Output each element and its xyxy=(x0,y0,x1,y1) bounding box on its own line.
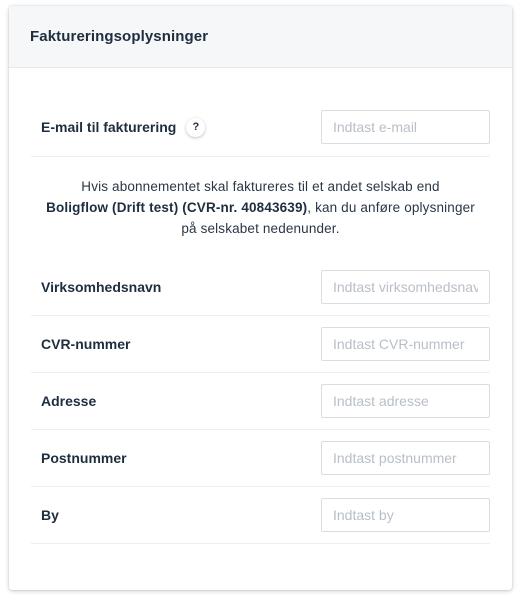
billing-email-input[interactable] xyxy=(321,110,490,144)
address-row: Adresse xyxy=(31,373,490,430)
billing-info-text: Hvis abonnementet skal faktureres til et… xyxy=(31,157,490,259)
company-name-label: Virksomhedsnavn xyxy=(41,279,162,295)
company-name-input[interactable] xyxy=(321,270,490,304)
address-input[interactable] xyxy=(321,384,490,418)
card-title: Faktureringsoplysninger xyxy=(30,28,209,45)
city-label: By xyxy=(41,507,59,523)
card-header: Faktureringsoplysninger xyxy=(9,6,512,68)
postal-code-label: Postnummer xyxy=(41,450,127,466)
city-input[interactable] xyxy=(321,498,490,532)
company-name-row: Virksomhedsnavn xyxy=(31,259,490,316)
city-row: By xyxy=(31,487,490,544)
info-text-before: Hvis abonnementet skal faktureres til et… xyxy=(81,179,440,194)
billing-email-row: E-mail til fakturering ? xyxy=(31,98,490,157)
postal-code-input[interactable] xyxy=(321,441,490,475)
billing-email-label: E-mail til fakturering xyxy=(41,119,177,135)
postal-code-row: Postnummer xyxy=(31,430,490,487)
address-label: Adresse xyxy=(41,393,97,409)
question-mark-icon[interactable]: ? xyxy=(186,117,206,137)
cvr-number-label: CVR-nummer xyxy=(41,336,131,352)
info-company-name: Boligflow (Drift test) (CVR-nr. 40843639… xyxy=(46,200,308,215)
billing-info-card: Faktureringsoplysninger E-mail til faktu… xyxy=(9,6,512,590)
cvr-number-input[interactable] xyxy=(321,327,490,361)
card-body: E-mail til fakturering ? Hvis abonnement… xyxy=(9,98,512,544)
billing-email-label-group: E-mail til fakturering ? xyxy=(41,117,206,137)
cvr-number-row: CVR-nummer xyxy=(31,316,490,373)
